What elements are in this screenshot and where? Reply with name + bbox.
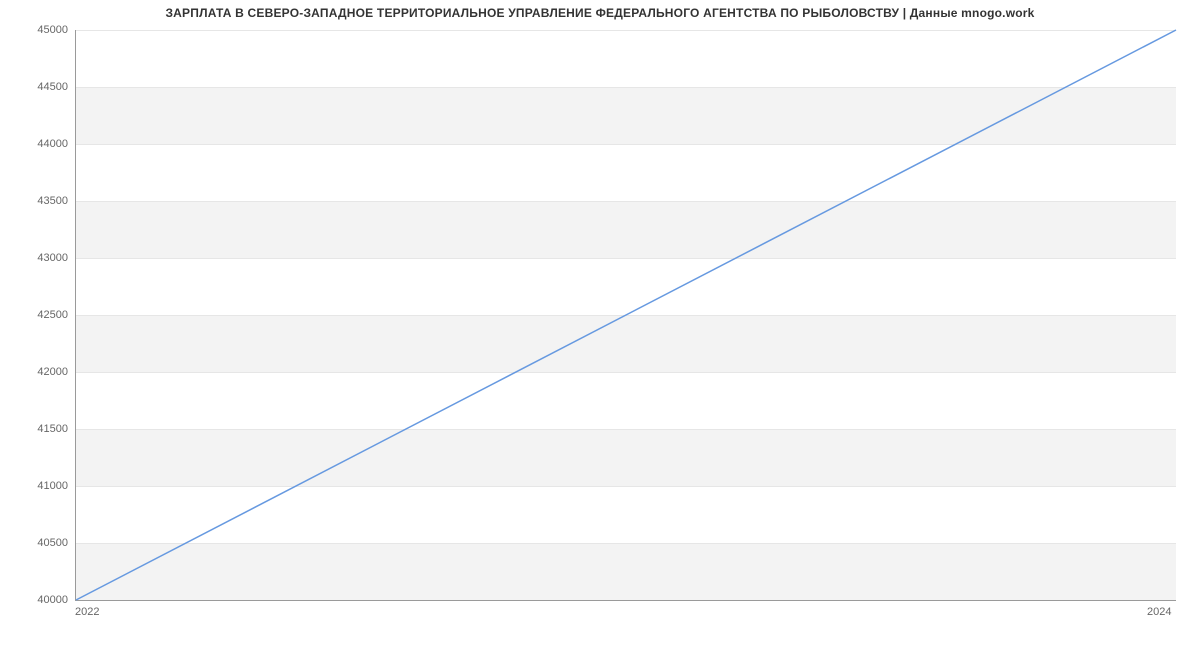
y-tick-label: 43000 (8, 252, 68, 264)
y-tick-label: 41000 (8, 480, 68, 492)
x-tick-label: 2022 (75, 606, 99, 618)
y-tick-label: 44000 (8, 138, 68, 150)
chart-container: ЗАРПЛАТА В СЕВЕРО-ЗАПАДНОЕ ТЕРРИТОРИАЛЬН… (0, 0, 1200, 650)
y-tick-label: 42000 (8, 366, 68, 378)
y-tick-label: 45000 (8, 24, 68, 36)
chart-title: ЗАРПЛАТА В СЕВЕРО-ЗАПАДНОЕ ТЕРРИТОРИАЛЬН… (0, 6, 1200, 20)
x-tick-label: 2024 (1147, 606, 1171, 618)
plot-area (75, 30, 1176, 601)
y-tick-label: 40000 (8, 594, 68, 606)
y-tick-label: 41500 (8, 423, 68, 435)
y-tick-label: 42500 (8, 309, 68, 321)
y-tick-label: 40500 (8, 537, 68, 549)
series-line (76, 30, 1176, 600)
line-layer (76, 30, 1176, 600)
y-tick-label: 43500 (8, 195, 68, 207)
y-tick-label: 44500 (8, 81, 68, 93)
